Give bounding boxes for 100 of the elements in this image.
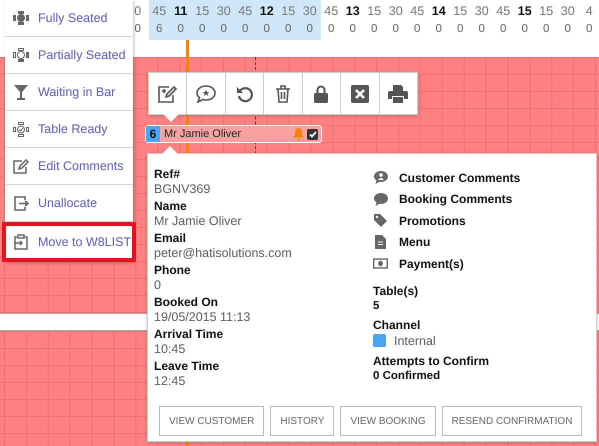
table-chairs-icon <box>13 48 29 62</box>
menu-item[interactable]: Edit Comments <box>5 148 133 185</box>
covers-badge: 6 <box>146 126 160 142</box>
time-label: 45 <box>238 3 252 20</box>
field-value: 0 <box>154 278 162 292</box>
toolbar-button[interactable] <box>264 73 303 114</box>
action-button[interactable]: VIEW BOOKING <box>340 406 436 436</box>
detail-link[interactable]: Customer Comments <box>373 167 590 188</box>
cover-count: 0 <box>199 22 206 37</box>
time-label: 15 <box>281 3 296 20</box>
time-label: 14 <box>432 3 446 20</box>
detail-link[interactable]: Payment(s) <box>373 253 590 274</box>
toolbar-button[interactable] <box>226 73 264 114</box>
field-value: 19/05/2015 11:13 <box>154 310 252 324</box>
time-label: 15 <box>453 3 468 20</box>
undo-icon <box>236 84 254 102</box>
field-label: Booked On <box>154 295 220 309</box>
time-label: 15 <box>518 3 532 20</box>
time-label: 30 <box>302 3 317 20</box>
cover-count: 0 <box>500 22 506 37</box>
clipboard-arrow-icon <box>13 234 29 250</box>
edit-note-icon <box>158 84 178 102</box>
field-value: Internal <box>394 334 436 348</box>
time-label: 45 <box>410 3 424 20</box>
field-value: Mr Jamie Oliver <box>154 214 243 228</box>
menu-item[interactable]: Partially Seated <box>5 37 133 74</box>
time-label: 30 <box>388 3 403 20</box>
field-value: 10:45 <box>154 342 186 356</box>
booking-bar[interactable]: 6 Mr Jamie Oliver <box>145 125 322 143</box>
field-label: Channel <box>373 318 422 332</box>
cover-count: 0 <box>350 22 356 37</box>
menu-item[interactable]: Move to W8LIST <box>2 222 136 262</box>
edit-icon <box>13 158 29 174</box>
cover-count: 0 <box>242 22 248 37</box>
time-label: 15 <box>367 3 382 20</box>
time-label: 45 <box>496 3 510 20</box>
toolbar-button[interactable] <box>341 73 380 114</box>
time-label: 30 <box>216 3 231 20</box>
detail-link[interactable]: Booking Comments <box>373 188 590 210</box>
field-value: 5 <box>373 300 380 312</box>
action-button[interactable]: RESEND CONFIRMATION <box>442 406 582 436</box>
toolbar-button[interactable] <box>187 73 226 114</box>
table-check-icon <box>13 122 29 136</box>
detail-link[interactable]: Promotions <box>373 210 590 232</box>
field-label: Attempts to Confirm <box>373 354 490 368</box>
lock-icon <box>314 84 328 102</box>
exit-arrow-icon <box>13 196 29 210</box>
menu-item[interactable]: Unallocate <box>5 185 133 222</box>
time-label: 30 <box>560 3 575 20</box>
guest-name: Mr Jamie Oliver <box>163 128 242 140</box>
field-label: Arrival Time <box>154 327 224 341</box>
action-button[interactable]: VIEW CUSTOMER <box>159 406 264 436</box>
cover-count: 0 <box>371 22 378 37</box>
toolbar-button[interactable] <box>302 73 342 114</box>
field-label: Ref# <box>154 167 182 181</box>
cover-count: 0 <box>522 22 528 37</box>
cover-count: 0 <box>264 22 270 37</box>
field-label: Phone <box>154 263 192 277</box>
link-label[interactable]: Customer Comments <box>399 170 520 185</box>
table-chairs-icon <box>13 11 29 25</box>
time-label: 15 <box>539 3 554 20</box>
close-icon <box>350 84 369 102</box>
tag-icon <box>374 214 387 228</box>
banknote-icon <box>373 258 388 270</box>
detail-link[interactable]: Menu <box>373 232 590 253</box>
cover-count: 0 <box>436 22 442 37</box>
cover-count: 0 <box>285 22 292 37</box>
link-label[interactable]: Booking Comments <box>399 192 512 206</box>
person-bubble-icon <box>374 171 388 184</box>
toolbar-button[interactable] <box>149 73 188 114</box>
cover-count: 0 <box>586 22 592 37</box>
cover-count: 6 <box>156 22 162 37</box>
time-label: 30 <box>474 3 489 20</box>
cover-count: 0 <box>306 22 313 37</box>
link-label[interactable]: Menu <box>399 235 430 250</box>
link-label[interactable]: Promotions <box>399 214 466 228</box>
menu-item[interactable]: Fully Seated <box>5 0 133 37</box>
cocktail-glass-icon <box>14 84 28 100</box>
cover-count: 0 <box>564 22 571 37</box>
time-label: 15 <box>195 3 210 20</box>
time-label: 13 <box>346 3 360 20</box>
cover-count: 0 <box>478 22 485 37</box>
print-icon <box>388 84 408 102</box>
time-label: 12 <box>260 3 274 20</box>
link-label[interactable]: Payment(s) <box>399 256 464 271</box>
field-value: 0 Confirmed <box>373 370 442 382</box>
toolbar-button[interactable] <box>380 73 417 114</box>
cover-count: 0 <box>220 22 227 37</box>
menu-item[interactable]: Table Ready <box>5 111 133 148</box>
document-icon <box>375 235 386 250</box>
checkbox[interactable] <box>307 128 318 140</box>
time-label: 0 <box>134 3 142 20</box>
field-label: Table(s) <box>373 284 420 298</box>
field-label: Email <box>154 231 188 245</box>
field-label: Leave Time <box>154 359 220 373</box>
action-button[interactable]: HISTORY <box>270 406 334 436</box>
cover-count: 0 <box>328 22 334 37</box>
field-value: BGNV369 <box>154 182 212 196</box>
menu-item[interactable]: Waiting in Bar <box>5 74 133 111</box>
time-label: 11 <box>174 3 188 20</box>
